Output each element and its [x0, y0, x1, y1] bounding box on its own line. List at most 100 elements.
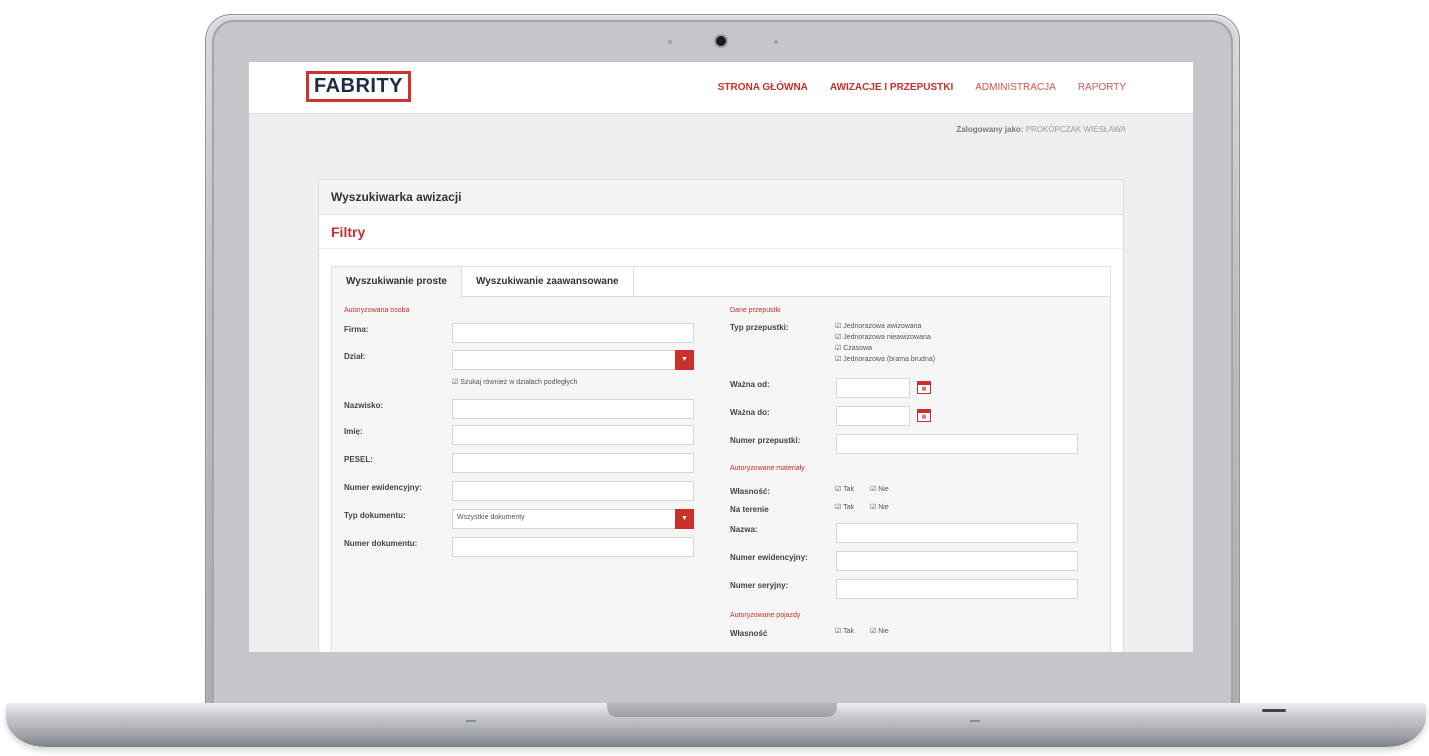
calendar-icon[interactable]: ▦ — [917, 409, 931, 422]
label-wlasnosc-veh: Własność — [730, 629, 768, 638]
main-nav: STRONA GŁÓWNA AWIZACJE I PRZEPUSTKI ADMI… — [718, 82, 1126, 93]
checkbox-checked-icon: ☑ — [835, 323, 842, 330]
pesel-input[interactable] — [452, 453, 694, 473]
checkbox-checked-icon: ☑ — [835, 334, 842, 341]
subdepts-label: Szukaj również w działach podległych — [460, 379, 578, 386]
sensor-dot — [774, 40, 778, 44]
section-vehicles: Autoryzowane pojazdy — [730, 612, 801, 619]
checkbox-checked-icon: ☑ — [835, 628, 842, 635]
logged-in-info: Zalogowany jako: PROKOPCZAK WIESŁAWA — [956, 125, 1126, 134]
checkbox-checked-icon: ☑ — [870, 628, 877, 635]
wazna-do-input[interactable] — [836, 406, 910, 426]
search-tabs: Wyszukiwanie proste Wyszukiwanie zaawans… — [331, 266, 1111, 652]
label-nazwa: Nazwa: — [730, 525, 758, 534]
panel-title: Wyszukiwarka awizacji — [319, 180, 1123, 215]
no-label: Nie — [878, 628, 889, 635]
nazwa-input[interactable] — [836, 523, 1078, 543]
logged-user: PROKOPCZAK WIESŁAWA — [1025, 125, 1126, 134]
imie-input[interactable] — [452, 425, 694, 445]
label-imie: Imię: — [344, 427, 363, 436]
pass-type-label: Czasowa — [843, 345, 873, 352]
top-bar: FABRITY STRONA GŁÓWNA AWIZACJE I PRZEPUS… — [249, 62, 1193, 114]
wazna-od-input[interactable] — [836, 378, 910, 398]
tab-bar: Wyszukiwanie proste Wyszukiwanie zaawans… — [332, 267, 1110, 298]
label-wazna-do: Ważna do: — [730, 408, 770, 417]
checkbox-checked-icon: ☑ — [835, 486, 842, 493]
section-materials: Autoryzowane materiały — [730, 465, 805, 472]
checkbox-checked-icon: ☑ — [452, 379, 459, 386]
brand-logo[interactable]: FABRITY — [306, 71, 411, 102]
pass-type-4[interactable]: ☑ Jednorazowa (brama brudna) — [835, 355, 935, 363]
yes-label: Tak — [843, 504, 855, 511]
label-typ-przep: Typ przepustki: — [730, 323, 789, 332]
dzial-select[interactable]: ▼ — [452, 350, 694, 370]
logged-label: Zalogowany jako: — [956, 125, 1024, 134]
mat-nr-ewid-input[interactable] — [836, 551, 1078, 571]
caret-down-icon[interactable]: ▼ — [675, 350, 694, 370]
checkbox-checked-icon: ☑ — [870, 486, 877, 493]
veh-own-yes[interactable]: ☑ Tak — [835, 627, 854, 635]
app-screen: FABRITY STRONA GŁÓWNA AWIZACJE I PRZEPUS… — [249, 62, 1193, 652]
nr-przep-input[interactable] — [836, 434, 1078, 454]
yes-label: Tak — [843, 628, 855, 635]
nr-ser-input[interactable] — [836, 579, 1078, 599]
firma-input[interactable] — [452, 323, 694, 343]
veh-own-no[interactable]: ☑ Nie — [870, 627, 889, 635]
caret-down-icon[interactable]: ▼ — [675, 509, 694, 529]
pass-type-1[interactable]: ☑ Jednorazowa awizowana — [835, 322, 921, 330]
filters-heading: Filtry — [319, 215, 1123, 249]
pass-type-label: Jednorazowa (brama brudna) — [843, 356, 936, 363]
pass-type-3[interactable]: ☑ Czasowa — [835, 344, 872, 352]
nav-administracja[interactable]: ADMINISTRACJA — [975, 82, 1056, 93]
label-pesel: PESEL: — [344, 455, 373, 464]
label-na-terenie: Na terenie — [730, 505, 769, 514]
nav-strona-glowna[interactable]: STRONA GŁÓWNA — [718, 82, 808, 93]
nr-ewid-input[interactable] — [452, 481, 694, 501]
search-panel: Wyszukiwarka awizacji Filtry Wyszukiwani… — [318, 179, 1124, 652]
nav-raporty[interactable]: RAPORTY — [1078, 82, 1126, 93]
label-wazna-od: Ważna od: — [730, 380, 770, 389]
label-firma: Firma: — [344, 325, 369, 334]
label-mat-nr-ewid: Numer ewidencyjny: — [730, 553, 808, 562]
no-label: Nie — [878, 504, 889, 511]
label-nr-ser: Numer seryjny: — [730, 581, 789, 590]
label-nr-dok: Numer dokumentu: — [344, 539, 418, 548]
nazwisko-input[interactable] — [452, 399, 694, 419]
label-nazwisko: Nazwisko: — [344, 401, 384, 410]
checkbox-checked-icon: ☑ — [870, 504, 877, 511]
tab-advanced-search[interactable]: Wyszukiwanie zaawansowane — [462, 267, 634, 297]
label-nr-ewid: Numer ewidencyjny: — [344, 483, 422, 492]
calendar-icon[interactable]: ▦ — [917, 381, 931, 394]
section-pass: Dane przepustki — [730, 307, 781, 314]
checkbox-checked-icon: ☑ — [835, 356, 842, 363]
label-typ-dok: Typ dokumentu: — [344, 511, 406, 520]
subdepts-checkbox[interactable]: ☑ Szukaj również w działach podległych — [452, 378, 577, 386]
laptop-notch — [607, 703, 837, 717]
nr-dok-input[interactable] — [452, 537, 694, 557]
pass-type-label: Jednorazowa awizowana — [843, 323, 922, 330]
label-dzial: Dział: — [344, 352, 366, 361]
pass-type-label: Jednorazowa nieawizowana — [843, 334, 931, 341]
label-nr-przep: Numer przepustki: — [730, 436, 801, 445]
laptop-foot — [970, 720, 980, 722]
mat-site-yes[interactable]: ☑ Tak — [835, 503, 854, 511]
section-person: Autoryzowana osoba — [344, 307, 410, 314]
typ-dok-select[interactable]: Wszystkie dokumenty ▼ — [452, 509, 694, 529]
mat-own-yes[interactable]: ☑ Tak — [835, 485, 854, 493]
person-column: Autoryzowana osoba — [344, 307, 704, 314]
camera-icon — [716, 36, 726, 46]
label-wlasnosc: Własność: — [730, 487, 771, 496]
pass-type-2[interactable]: ☑ Jednorazowa nieawizowana — [835, 333, 931, 341]
typ-dok-value: Wszystkie dokumenty — [457, 514, 525, 521]
yes-label: Tak — [843, 486, 855, 493]
tab-simple-search[interactable]: Wyszukiwanie proste — [332, 267, 462, 298]
no-label: Nie — [878, 486, 889, 493]
checkbox-checked-icon: ☑ — [835, 504, 842, 511]
nav-awizacje[interactable]: AWIZACJE I PRZEPUSTKI — [830, 82, 953, 93]
checkbox-checked-icon: ☑ — [835, 345, 842, 352]
mat-own-no[interactable]: ☑ Nie — [870, 485, 889, 493]
mat-site-no[interactable]: ☑ Nie — [870, 503, 889, 511]
sensor-dot — [668, 40, 672, 44]
laptop-foot — [466, 720, 476, 722]
laptop-led — [1262, 709, 1286, 712]
